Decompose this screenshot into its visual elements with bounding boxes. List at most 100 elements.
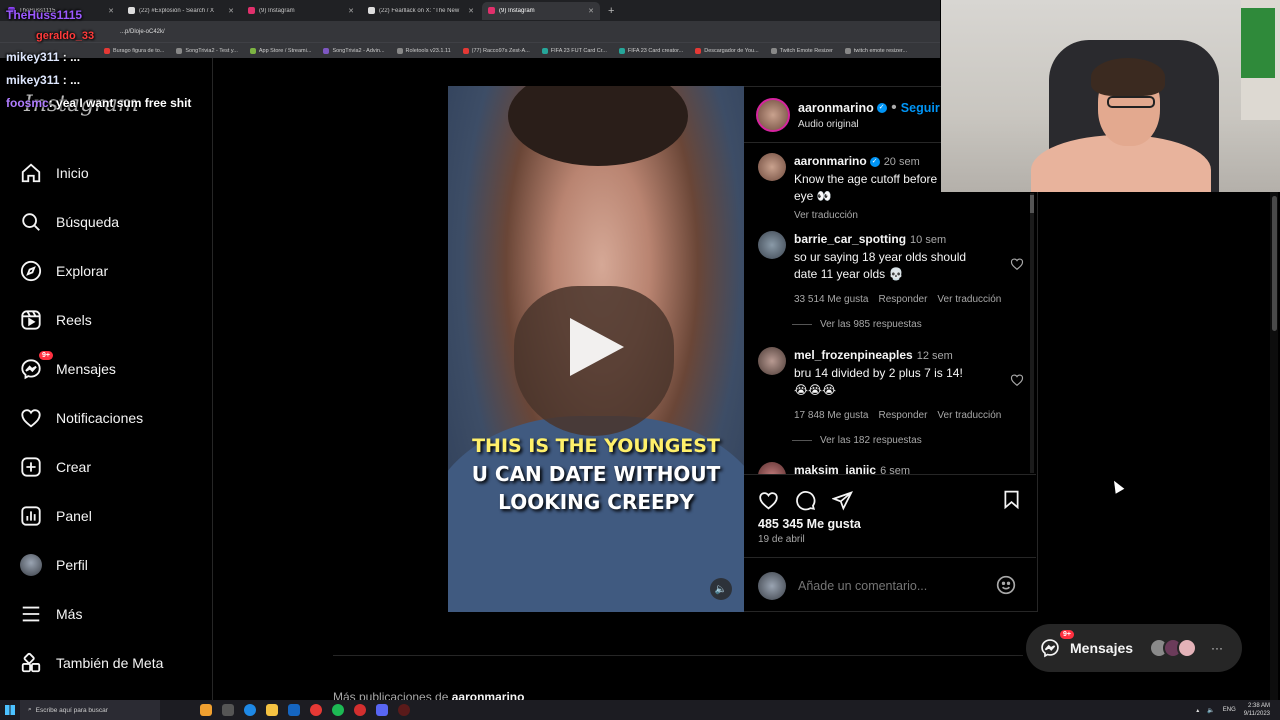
messenger-icon: 9+	[1040, 630, 1074, 658]
meta-apps-icon	[20, 652, 42, 674]
comment-username[interactable]: mel_frozenpineaples	[794, 348, 913, 362]
bookmark-item[interactable]: twitch emote resizer...	[844, 47, 907, 54]
view-replies-link[interactable]: Ver las 182 respuestas	[792, 435, 922, 446]
sidebar-item-label: Búsqueda	[56, 214, 120, 230]
discord-icon[interactable]	[376, 704, 388, 716]
comment-icon[interactable]	[795, 490, 816, 511]
chat-line: geraldo_33	[6, 25, 191, 46]
avatar[interactable]	[758, 231, 786, 259]
language-indicator[interactable]: ENG	[1223, 707, 1236, 713]
comment-text: so ur saying 18 year olds should	[794, 250, 967, 264]
sidebar-item-label: Reels	[56, 312, 92, 328]
comment-username[interactable]: maksim_janjic	[794, 463, 876, 474]
translate-link[interactable]: Ver traducción	[937, 291, 1001, 308]
translate-link[interactable]: Ver traducción	[937, 407, 1001, 424]
task-view-icon[interactable]	[222, 704, 234, 716]
bookmark-item[interactable]: SongTrivia2 - Advin...	[323, 47, 385, 54]
share-icon[interactable]	[832, 490, 853, 511]
comment-username[interactable]: barrie_car_spotting	[794, 232, 906, 246]
sidebar-item-perfil[interactable]: Perfil	[20, 550, 88, 580]
bookmark-item[interactable]: Twitch Emote Resizer	[770, 47, 833, 54]
comment-text: Know the age cutoff before	[794, 172, 938, 186]
reel-video[interactable]: THIS IS THE YOUNGEST U CAN DATE WITHOUT …	[448, 86, 744, 612]
bookmark-item[interactable]: FIFA 23 FUT Card Cr...	[541, 47, 607, 54]
comment-username[interactable]: aaronmarino	[794, 154, 867, 168]
play-icon[interactable]	[570, 318, 624, 376]
browser-tab[interactable]: (22) Fearllack on X: "The New ✕	[362, 2, 480, 20]
clock[interactable]: 2:38 AM 9/11/2023	[1244, 702, 1270, 718]
video-caption: THIS IS THE YOUNGEST U CAN DATE WITHOUT …	[471, 435, 721, 514]
bookmark-item[interactable]: Roletools v23.1.11	[396, 47, 451, 54]
avatar	[20, 554, 42, 576]
sidebar-item-tambien-de-meta[interactable]: También de Meta	[20, 648, 163, 678]
sidebar-item-mas[interactable]: Más	[20, 599, 82, 629]
close-icon[interactable]: ✕	[468, 7, 474, 15]
author-username[interactable]: aaronmarino	[798, 101, 874, 115]
opera-icon[interactable]	[354, 704, 366, 716]
mail-icon[interactable]	[288, 704, 300, 716]
like-comment-icon[interactable]	[1010, 257, 1024, 271]
bookmark-item[interactable]: App Store / Streami...	[249, 47, 311, 54]
volume-icon[interactable]: 🔈	[1207, 707, 1214, 714]
browser-tab-active[interactable]: (9) Instagram ✕	[482, 1, 600, 20]
folder-icon[interactable]	[266, 704, 278, 716]
close-icon[interactable]: ✕	[588, 7, 594, 15]
view-replies-link[interactable]: Ver las 985 respuestas	[792, 319, 922, 330]
chat-username: TheHuss1115	[6, 8, 83, 22]
like-comment-icon[interactable]	[1010, 373, 1024, 387]
author-avatar[interactable]	[756, 97, 790, 132]
obs-icon[interactable]	[398, 704, 410, 716]
close-icon[interactable]: ✕	[228, 7, 234, 15]
avatar[interactable]	[758, 153, 786, 181]
comment-likes[interactable]: 33 514 Me gusta	[794, 291, 869, 308]
emoji-icon[interactable]	[996, 575, 1016, 595]
sidebar-item-mensajes[interactable]: 9+ Mensajes	[20, 351, 116, 384]
chat-line: mikey311 : ...	[6, 73, 81, 87]
comments-scrollbar[interactable]	[1030, 193, 1034, 473]
likes-count[interactable]: 485 345 Me gusta	[758, 517, 861, 531]
follow-button[interactable]: Seguir	[901, 101, 940, 115]
bookmark-icon[interactable]	[1001, 489, 1022, 510]
comment-input[interactable]	[798, 578, 988, 593]
audio-link[interactable]: Audio original	[798, 119, 940, 130]
comments-list[interactable]: aaronmarino ✓ 20 sem Know the age cutoff b…	[744, 144, 1036, 474]
sidebar-item-notificaciones[interactable]: Notificaciones	[20, 403, 143, 433]
reply-button[interactable]: Responder	[879, 291, 928, 308]
page-scrollbar[interactable]	[1270, 192, 1278, 700]
edge-icon[interactable]	[244, 704, 256, 716]
reply-button[interactable]: Responder	[879, 407, 928, 424]
app-icon[interactable]	[200, 704, 212, 716]
chrome-icon[interactable]	[310, 704, 322, 716]
chat-line: mikey311 : ...	[6, 50, 81, 64]
sidebar-item-crear[interactable]: Crear	[20, 452, 91, 482]
bookmark-item[interactable]: FIFA 23 Card creator...	[618, 47, 683, 54]
close-icon[interactable]: ✕	[348, 7, 354, 15]
browser-tab[interactable]: (9) Instagram ✕	[242, 2, 360, 20]
avatar[interactable]	[758, 462, 786, 474]
sidebar-item-inicio[interactable]: Inicio	[20, 158, 89, 188]
windows-start-icon[interactable]	[0, 700, 20, 720]
volume-icon[interactable]: 🔈	[710, 578, 732, 600]
sidebar-item-panel[interactable]: Panel	[20, 501, 92, 531]
new-tab-button[interactable]: +	[608, 5, 614, 17]
bookmark-item[interactable]: Descargador de You...	[695, 47, 759, 54]
sidebar-item-label: Perfil	[56, 557, 88, 573]
add-comment-bar	[744, 557, 1036, 613]
like-icon[interactable]	[758, 490, 779, 511]
taskbar-apps	[200, 704, 410, 716]
spotify-icon[interactable]	[332, 704, 344, 716]
sidebar-item-explorar[interactable]: Explorar	[20, 256, 108, 286]
x-logo-icon	[368, 7, 375, 14]
sidebar-item-reels[interactable]: Reels	[20, 305, 92, 335]
instagram-icon	[488, 7, 495, 14]
bookmark-item[interactable]: (77) Racco97s Zest-A...	[462, 47, 530, 54]
comment-likes[interactable]: 17 848 Me gusta	[794, 407, 869, 424]
wifi-icon[interactable]: ▴	[1196, 707, 1199, 714]
sidebar-item-busqueda[interactable]: Búsqueda	[20, 207, 119, 237]
home-icon	[20, 162, 42, 184]
messages-floating-button[interactable]: 9+ Mensajes ···	[1026, 624, 1242, 672]
avatar[interactable]	[758, 347, 786, 375]
translate-link[interactable]: Ver traducción	[794, 207, 937, 224]
taskbar-search[interactable]: ⌕ Escribe aquí para buscar	[20, 700, 160, 720]
sidebar-item-label: Crear	[56, 459, 92, 475]
